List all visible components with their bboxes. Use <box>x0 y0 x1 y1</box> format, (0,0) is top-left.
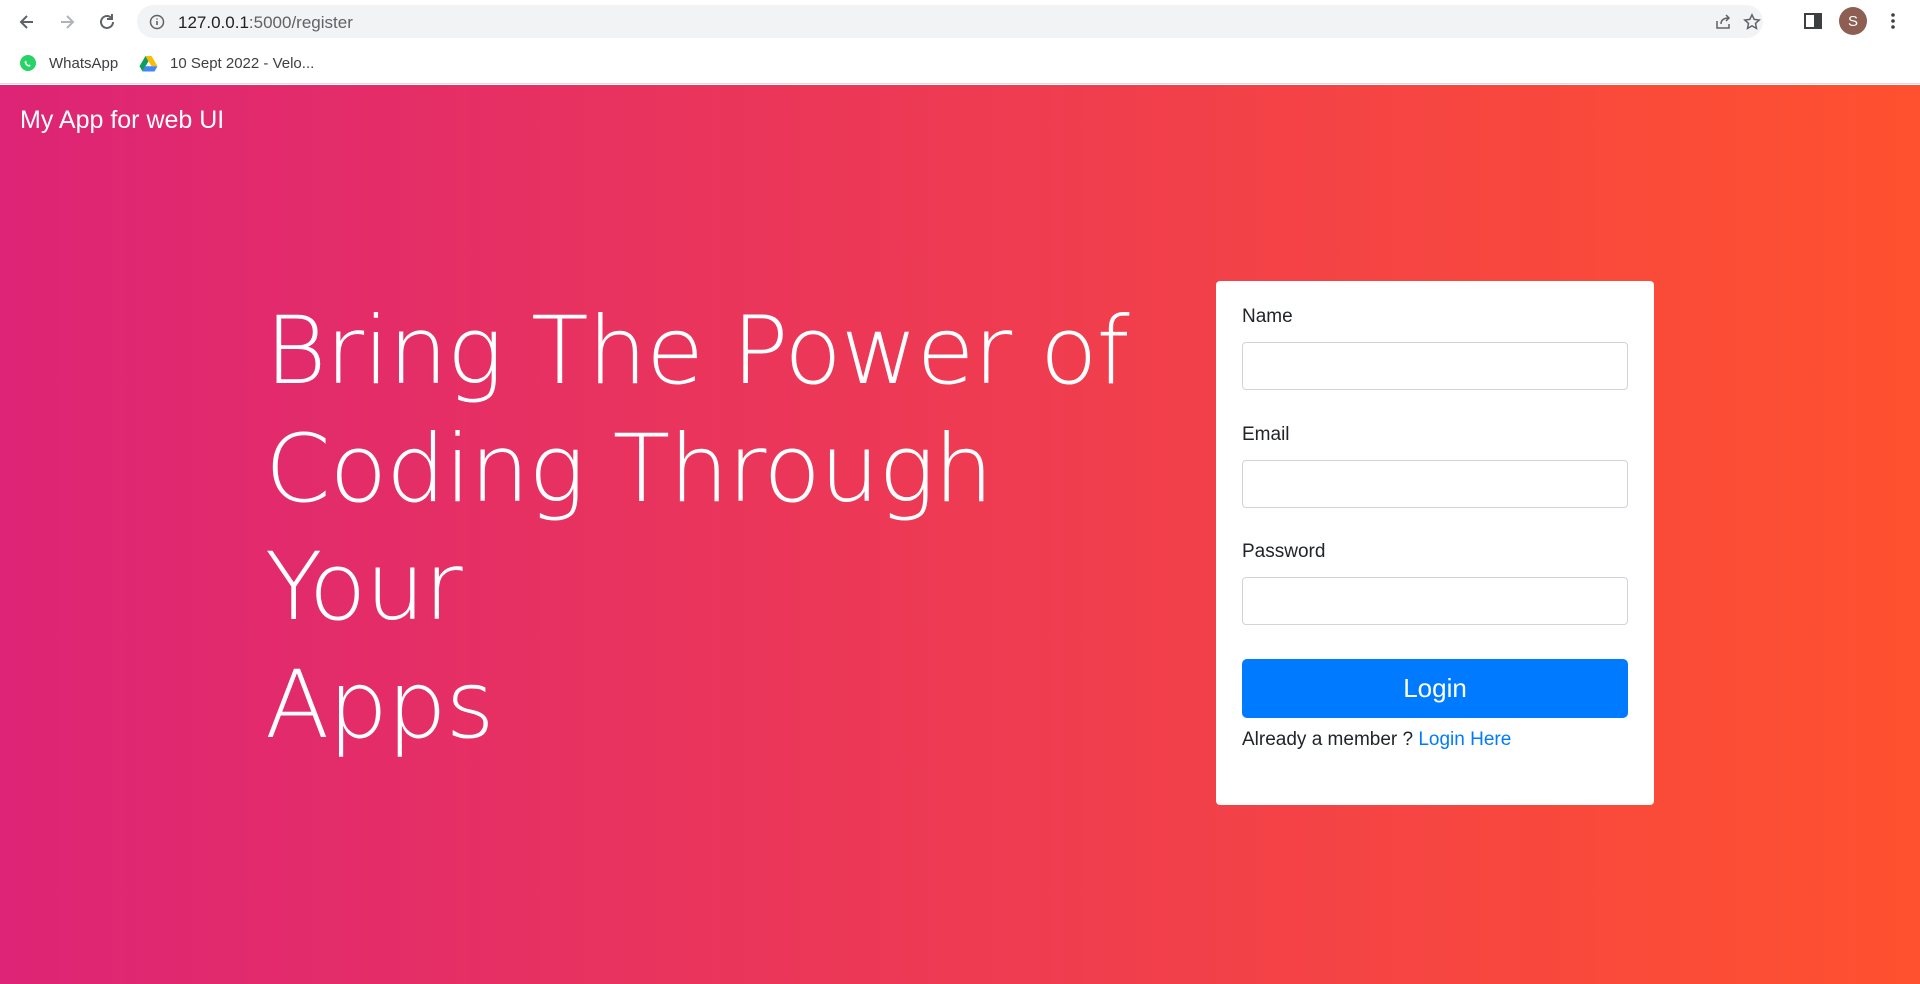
url-host: 127.0.0.1 <box>178 13 249 32</box>
google-drive-icon <box>139 55 158 71</box>
site-info-icon[interactable] <box>149 14 165 30</box>
page-background: My App for web UI Bring The Power of Cod… <box>0 85 1920 984</box>
password-label: Password <box>1242 541 1326 562</box>
back-button[interactable] <box>13 8 41 36</box>
url-text[interactable]: 127.0.0.1:5000/register <box>178 13 353 33</box>
login-here-link[interactable]: Login Here <box>1418 729 1511 750</box>
hero-line-3: Apps <box>265 651 495 760</box>
hero-line-1: Bring The Power of <box>265 297 1130 406</box>
bookmark-label: 10 Sept 2022 - Velo... <box>170 54 315 72</box>
whatsapp-icon <box>20 55 36 71</box>
email-label: Email <box>1242 424 1290 445</box>
bookmark-star-icon[interactable] <box>1743 13 1761 31</box>
address-bar[interactable]: 127.0.0.1:5000/register <box>137 5 1763 38</box>
browser-toolbar: 127.0.0.1:5000/register S <box>0 0 1920 43</box>
bookmark-label: WhatsApp <box>49 54 119 72</box>
member-text: Already a member ? <box>1242 729 1414 750</box>
name-input[interactable] <box>1242 342 1628 390</box>
more-options-icon[interactable] <box>1883 11 1903 31</box>
register-form-card: Name Email Password Login Already a memb… <box>1216 281 1654 805</box>
url-path: :5000/register <box>248 13 353 32</box>
password-input[interactable] <box>1242 577 1628 625</box>
reload-icon <box>100 14 114 29</box>
bookmark-drive-file[interactable]: 10 Sept 2022 - Velo... <box>139 52 314 74</box>
navbar-brand[interactable]: My App for web UI <box>20 106 224 135</box>
email-input[interactable] <box>1242 460 1628 508</box>
member-prompt: Already a member ? Login Here <box>1242 729 1511 751</box>
profile-avatar[interactable]: S <box>1839 7 1867 35</box>
name-label: Name <box>1242 306 1293 327</box>
arrow-left-icon <box>19 15 33 29</box>
login-button[interactable]: Login <box>1242 659 1628 718</box>
side-panel-icon[interactable] <box>1803 11 1823 31</box>
reload-button[interactable] <box>93 8 121 36</box>
forward-button[interactable] <box>53 8 81 36</box>
bookmark-whatsapp[interactable]: WhatsApp <box>19 52 118 74</box>
hero-line-2: Coding Through Your <box>265 415 993 642</box>
hero-heading: Bring The Power of Coding Through Your A… <box>265 293 1185 765</box>
share-icon[interactable] <box>1714 13 1732 31</box>
arrow-right-icon <box>61 15 75 29</box>
bookmarks-bar: WhatsApp 10 Sept 2022 - Velo... <box>0 43 1920 84</box>
